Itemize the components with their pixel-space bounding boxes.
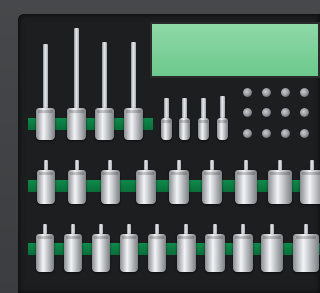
socket-bit — [36, 108, 55, 140]
socket-bit — [68, 170, 86, 204]
small-socket — [198, 118, 209, 140]
socket-bit — [235, 170, 257, 204]
long-bit — [74, 28, 79, 110]
small-socket — [217, 118, 228, 140]
short-bit — [220, 96, 225, 118]
label-window — [150, 22, 320, 78]
socket-bit — [300, 170, 320, 204]
socket-bit — [92, 234, 110, 272]
bit-holder — [262, 108, 271, 117]
socket-bit — [261, 234, 283, 272]
bit-holder — [262, 129, 271, 138]
bit-holder — [281, 88, 290, 97]
socket-bit — [176, 234, 196, 272]
socket-bit — [268, 170, 292, 204]
socket-bit — [233, 234, 253, 272]
socket-bit — [100, 170, 120, 204]
photo-scene — [0, 0, 320, 293]
bit-holder — [243, 108, 252, 117]
small-socket — [179, 118, 190, 140]
bit-holder — [243, 88, 252, 97]
socket-bit — [293, 234, 319, 272]
socket-bit — [124, 108, 143, 140]
socket-bit — [36, 234, 54, 272]
long-bit — [102, 42, 107, 110]
socket-bit — [67, 108, 86, 140]
bit-holder — [262, 88, 271, 97]
short-bit — [164, 98, 169, 120]
short-bit — [201, 98, 206, 120]
bit-holder — [300, 129, 309, 138]
bit-holder — [281, 129, 290, 138]
small-socket — [161, 118, 172, 140]
short-bit — [182, 98, 187, 120]
long-bit — [43, 44, 48, 110]
socket-bit — [169, 170, 189, 204]
socket-bit — [64, 234, 82, 272]
socket-bit — [37, 170, 55, 204]
socket-bit — [120, 234, 138, 272]
socket-bit — [205, 234, 225, 272]
socket-bit — [136, 170, 156, 204]
bit-holder — [243, 129, 252, 138]
bit-holder — [300, 108, 309, 117]
long-bit — [131, 42, 136, 110]
bit-holder — [281, 108, 290, 117]
socket-bit — [95, 108, 114, 140]
socket-bit — [202, 170, 222, 204]
bit-holder — [300, 88, 309, 97]
socket-bit — [148, 234, 166, 272]
